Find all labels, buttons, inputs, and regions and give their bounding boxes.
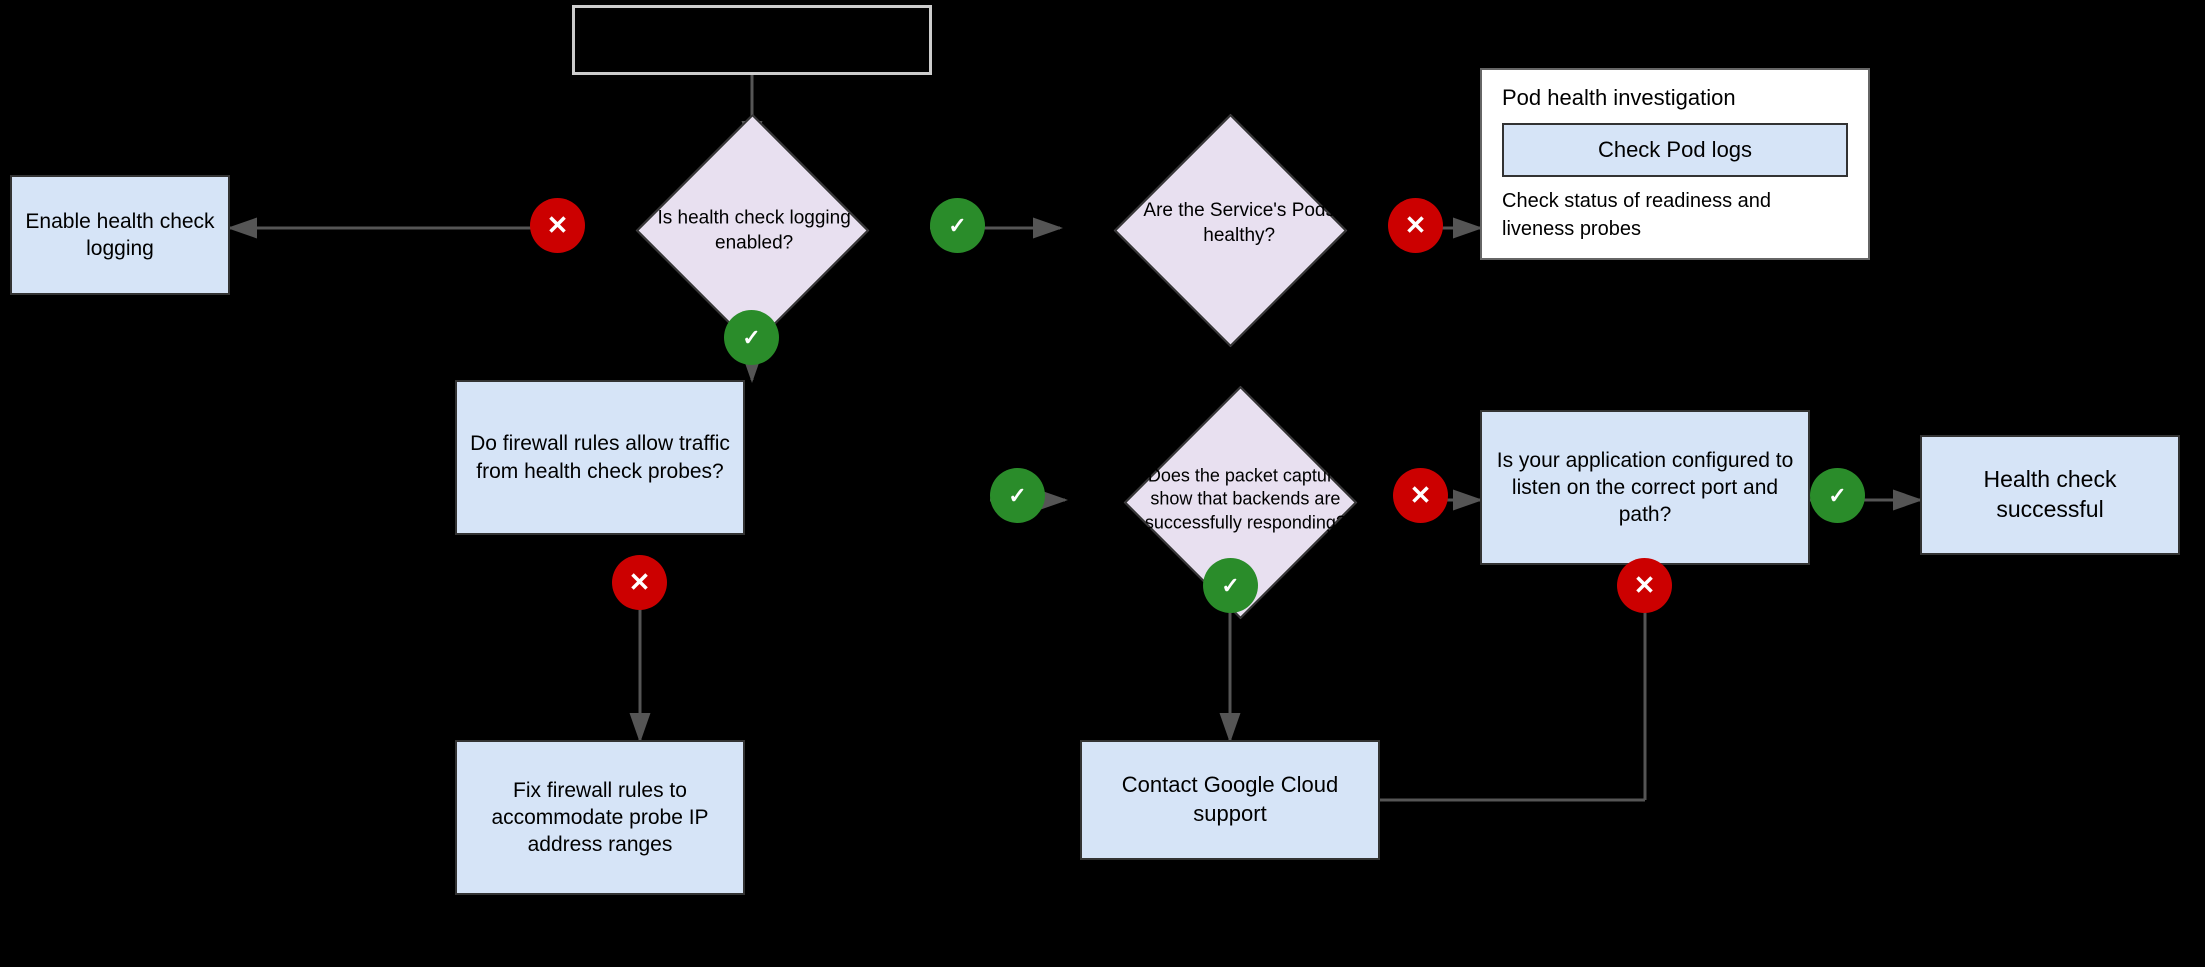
check-circle-firewall-right: ✓ [990,468,1045,523]
pod-investigation-title: Pod health investigation [1502,85,1848,111]
x-circle-health-logging-left: ✕ [530,198,585,253]
pod-investigation-note: Pod health investigation Check Pod logs … [1480,68,1870,260]
check-circle-health-logging-right: ✓ [930,198,985,253]
enable-health-check-box: Enable health check logging [10,175,230,295]
x-circle-pods-healthy-right: ✕ [1388,198,1443,253]
check-circle-health-logging-down: ✓ [724,310,779,365]
app-configured-box: Is your application configured to listen… [1480,410,1810,565]
firewall-rules-box: Do firewall rules allow traffic from hea… [455,380,745,535]
top-rect [572,5,932,75]
x-circle-packet-right: ✕ [1393,468,1448,523]
check-readiness-text: Check status of readiness and liveness p… [1502,187,1848,243]
x-circle-firewall-down: ✕ [612,555,667,610]
contact-google-box: Contact Google Cloud support [1080,740,1380,860]
flowchart: Enable health check logging Is health ch… [0,0,2205,967]
check-pod-logs-box: Check Pod logs [1502,123,1848,177]
health-logging-diamond: Is health check logging enabled? [572,148,932,313]
x-circle-app-down: ✕ [1617,558,1672,613]
pods-healthy-diamond: Are the Service's Pods healthy? [1060,148,1400,313]
health-check-successful-box: Health check successful [1920,435,2180,555]
check-circle-app-right: ✓ [1810,468,1865,523]
check-circle-packet-down: ✓ [1203,558,1258,613]
fix-firewall-box: Fix firewall rules to accommodate probe … [455,740,745,895]
